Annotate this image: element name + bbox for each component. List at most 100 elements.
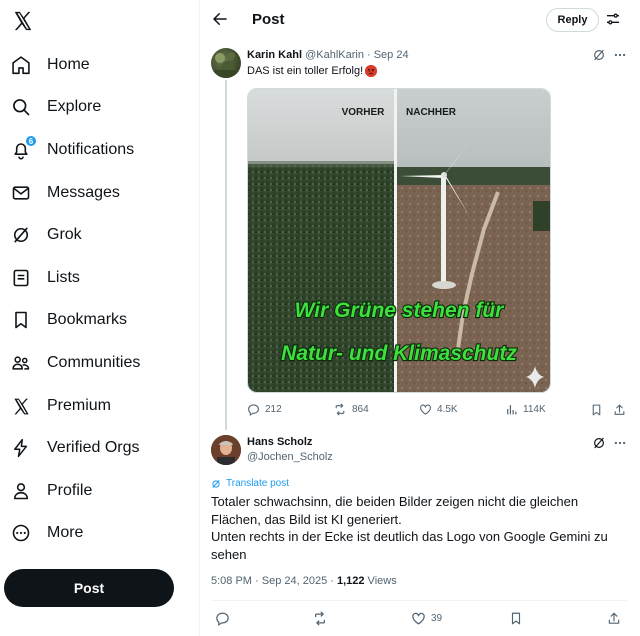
translate-label: Translate post (226, 478, 289, 489)
reply-action[interactable]: 212 (247, 403, 282, 416)
sidebar-item-verified-orgs[interactable]: Verified Orgs (10, 433, 139, 463)
sliders-icon[interactable] (605, 11, 621, 27)
search-icon (10, 96, 32, 118)
sidebar-item-explore[interactable]: Explore (10, 92, 101, 122)
sidebar-item-grok[interactable]: Grok (10, 220, 82, 250)
sidebar: Home Explore 6 Notifications Messages Gr… (0, 0, 200, 636)
bell-icon: 6 (10, 135, 37, 161)
grok-icon[interactable] (592, 48, 606, 62)
views-count: 114K (523, 404, 546, 415)
bookmark-icon[interactable] (590, 403, 603, 417)
lightning-icon (10, 437, 32, 459)
timestamp[interactable]: 5:08 PM · Sep 24, 2025 · (211, 575, 337, 587)
bookmark-icon (10, 309, 32, 331)
avatar[interactable] (211, 48, 241, 78)
people-icon (10, 352, 32, 374)
views-count: 1,122 (336, 575, 365, 587)
more-circle-icon (10, 522, 32, 544)
sidebar-item-more[interactable]: More (10, 518, 83, 548)
share-icon[interactable] (613, 403, 626, 417)
envelope-icon (10, 182, 32, 204)
reply-icon (248, 404, 259, 416)
like-action[interactable]: 39 (411, 611, 442, 626)
label-vorher: VORHER (342, 107, 386, 118)
sidebar-item-home[interactable]: Home (10, 50, 90, 80)
repost-action[interactable]: 864 (333, 403, 369, 416)
author-name[interactable]: Hans Scholz (247, 436, 312, 448)
repost-icon[interactable] (312, 611, 328, 626)
header: Post Reply (201, 0, 640, 40)
grok-icon (212, 479, 220, 488)
main-column: Post Reply Karin Kahl @KahlKarin · Sep 2… (201, 0, 640, 636)
bookmark-icon[interactable] (509, 611, 523, 626)
reply-text-line1: Totaler schwachsinn, die beiden Bilder z… (211, 494, 579, 527)
sidebar-item-label: Home (47, 56, 90, 73)
repost-count: 864 (352, 404, 369, 415)
heart-icon (412, 612, 425, 625)
sidebar-item-label: Explore (47, 98, 102, 115)
sidebar-item-notifications[interactable]: 6 Notifications (10, 135, 134, 165)
sidebar-item-bookmarks[interactable]: Bookmarks (10, 305, 127, 335)
heart-icon (420, 404, 431, 415)
translate-post-link[interactable]: Translate post (211, 478, 289, 489)
author-handle[interactable]: @Jochen_Scholz (247, 451, 333, 463)
views-chart-icon (507, 405, 517, 415)
post-button[interactable]: Post (4, 569, 174, 607)
image-caption-line2: Natur- und Klimaschutz (281, 342, 517, 365)
notification-badge: 6 (25, 135, 37, 147)
reply-count: 212 (265, 404, 282, 415)
grok-icon[interactable] (592, 436, 606, 450)
home-icon (10, 54, 32, 76)
like-action[interactable]: 4.5K (419, 403, 458, 416)
reply-text-line2: Unten rechts in der Ecke ist deutlich da… (211, 529, 608, 562)
more-dots-icon[interactable] (613, 436, 627, 450)
grok-icon (10, 224, 32, 246)
label-nachher: NACHHER (406, 107, 457, 118)
tweet-text-content: DAS ist ein toller Erfolg! (247, 65, 364, 77)
tweet-header: Karin Kahl @KahlKarin · Sep 24 (247, 49, 409, 61)
views-action[interactable]: 114K (505, 403, 546, 416)
sidebar-item-label: Lists (47, 269, 80, 286)
reply-text: Totaler schwachsinn, die beiden Bilder z… (211, 493, 631, 563)
sidebar-item-label: Verified Orgs (47, 439, 140, 456)
sidebar-item-premium[interactable]: Premium (10, 391, 111, 421)
sidebar-item-label: Premium (47, 397, 112, 414)
sidebar-item-label: More (47, 524, 84, 541)
tweet-image[interactable]: VORHER NACHHER Wir Grüne stehen für Natu… (247, 88, 551, 393)
person-icon (10, 480, 32, 502)
sidebar-item-label: Grok (47, 226, 82, 243)
thread-line (225, 80, 227, 430)
back-arrow-icon[interactable] (211, 10, 229, 28)
angry-face-emoji-icon (365, 65, 378, 77)
sidebar-item-label: Profile (47, 482, 93, 499)
image-caption-line1: Wir Grüne stehen für (295, 299, 505, 322)
like-count: 4.5K (437, 404, 458, 415)
sidebar-item-label: Bookmarks (47, 311, 128, 328)
list-icon (10, 267, 32, 289)
views-label: Views (364, 575, 397, 587)
sidebar-item-communities[interactable]: Communities (10, 348, 140, 378)
tweet-actions: 39 (211, 610, 631, 628)
x-logo-icon (10, 395, 32, 417)
avatar[interactable] (211, 435, 241, 465)
sidebar-item-profile[interactable]: Profile (10, 476, 92, 506)
divider (211, 600, 627, 601)
reply-icon[interactable] (215, 611, 230, 626)
sidebar-item-messages[interactable]: Messages (10, 178, 120, 208)
sidebar-item-label: Messages (47, 184, 120, 201)
x-logo-icon[interactable] (12, 10, 34, 32)
share-icon[interactable] (607, 611, 621, 626)
more-dots-icon[interactable] (613, 48, 627, 62)
tweet-text: DAS ist ein toller Erfolg! (247, 65, 378, 77)
sidebar-item-label: Communities (47, 354, 141, 371)
author-name[interactable]: Karin Kahl (247, 49, 302, 61)
like-count: 39 (431, 613, 443, 624)
tweet-meta: 5:08 PM · Sep 24, 2025 · 1,122 Views (211, 575, 397, 587)
sidebar-item-lists[interactable]: Lists (10, 263, 80, 293)
tweet-actions: 212 864 4.5K 114K (247, 403, 627, 419)
repost-icon (335, 403, 345, 416)
author-handle-date[interactable]: @KahlKarin · Sep 24 (305, 49, 409, 61)
reply-button[interactable]: Reply (546, 8, 599, 32)
page-title: Post (252, 11, 285, 28)
sidebar-item-label: Notifications (47, 141, 135, 158)
